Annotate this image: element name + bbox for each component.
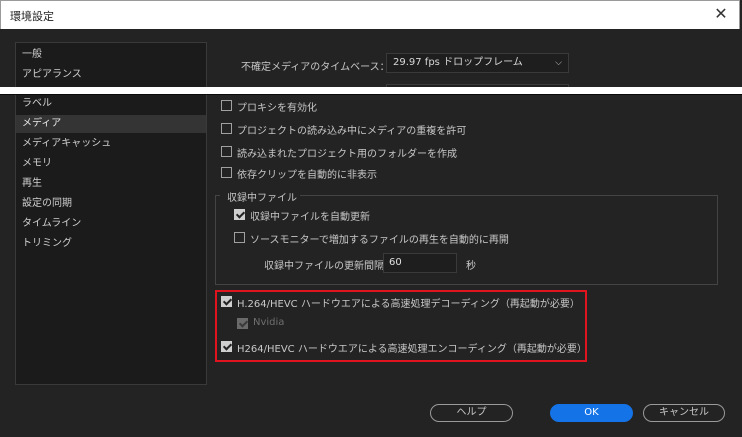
title-bar: 環境設定 ✕ [0, 0, 740, 29]
auto-refresh-checkbox[interactable] [234, 209, 245, 220]
sidebar-item-media[interactable]: メディア [16, 115, 206, 133]
sidebar-item-memory[interactable]: メモリ [16, 155, 206, 173]
window-title: 環境設定 [10, 10, 54, 23]
sidebar: ラベル メディア メディアキャッシュ メモリ 再生 設定の同期 タイムライン ト… [15, 95, 207, 385]
screenshot-strip [0, 87, 742, 94]
timebase-label: 不確定メディアのタイムベース： [241, 62, 390, 73]
allow-duplicate-media-label: プロジェクトの読み込み中にメディアの重複を許可 [237, 126, 467, 137]
growing-files-title: 収録中ファイル [227, 193, 297, 204]
resume-playback-label: ソースモニターで増加するファイルの再生を自動的に再開 [250, 235, 509, 246]
allow-duplicate-media-checkbox[interactable] [221, 123, 232, 134]
sidebar-item-timeline[interactable]: タイムライン [16, 215, 206, 233]
create-folder-checkbox[interactable] [221, 146, 232, 157]
resume-playback-checkbox[interactable] [234, 232, 245, 243]
chevron-down-icon: ⌵ [555, 58, 562, 68]
close-icon[interactable]: ✕ [711, 4, 731, 24]
refresh-interval-label: 収録中ファイルの更新間隔 [264, 261, 384, 272]
sidebar-item-labels[interactable]: ラベル [16, 95, 206, 113]
sidebar-item-sync-settings[interactable]: 設定の同期 [16, 195, 206, 213]
seconds-unit: 秒 [466, 261, 476, 272]
highlight-box [215, 290, 587, 362]
sidebar-item-appearance[interactable]: アピアランス [16, 66, 206, 84]
enable-proxies-label: プロキシを有効化 [237, 103, 317, 114]
sidebar-item-general[interactable]: 一般 [16, 46, 206, 64]
sidebar-item-media-cache[interactable]: メディアキャッシュ [16, 135, 206, 153]
timebase-value: 29.97 fps ドロップフレーム [393, 57, 523, 68]
sidebar-top: 一般 アピアランス [15, 42, 207, 87]
auto-refresh-label: 収録中ファイルを自動更新 [250, 212, 370, 223]
cancel-button[interactable]: キャンセル [643, 404, 725, 422]
group-border [300, 195, 718, 196]
sidebar-item-trimming[interactable]: トリミング [16, 235, 206, 253]
hide-dependent-clips-checkbox[interactable] [221, 167, 232, 178]
ok-button[interactable]: OK [550, 404, 633, 422]
create-folder-label: 読み込まれたプロジェクト用のフォルダーを作成 [237, 149, 457, 160]
refresh-interval-input[interactable]: 60 [383, 253, 457, 273]
sidebar-item-playback[interactable]: 再生 [16, 175, 206, 193]
group-border [215, 195, 220, 196]
enable-proxies-checkbox[interactable] [221, 100, 232, 111]
hide-dependent-clips-label: 依存クリップを自動的に非表示 [237, 170, 377, 181]
help-button[interactable]: ヘルプ [430, 404, 513, 422]
timebase-dropdown[interactable]: 29.97 fps ドロップフレーム ⌵ [386, 53, 569, 73]
